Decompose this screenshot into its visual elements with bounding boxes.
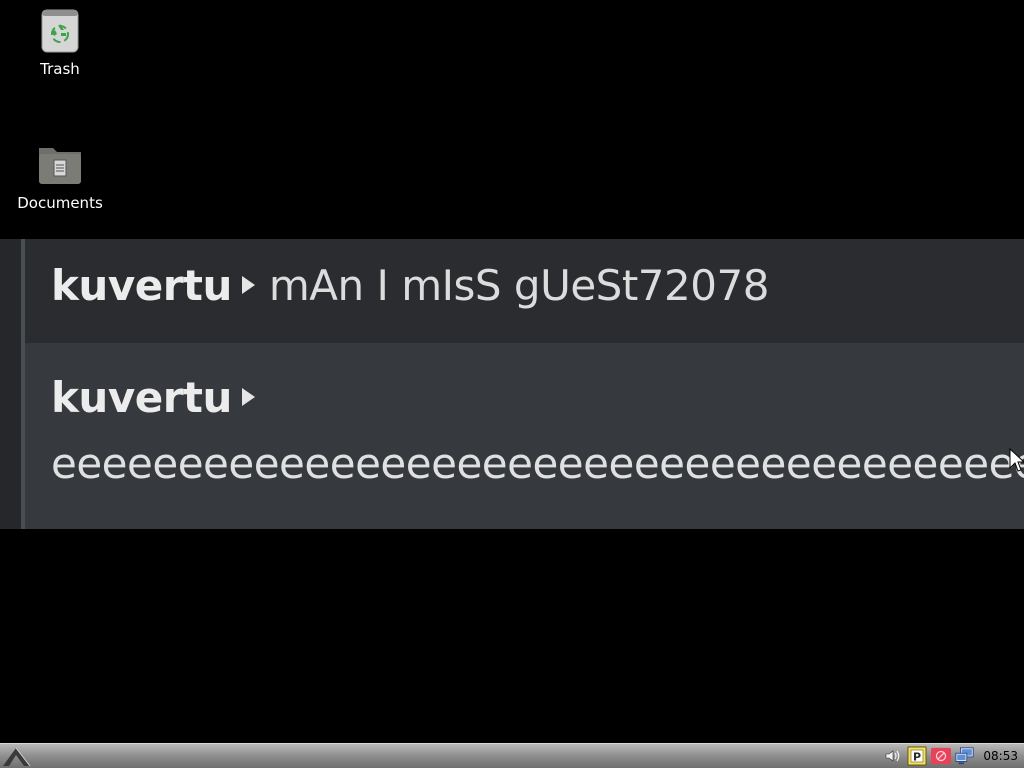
mouse-cursor-icon xyxy=(1009,448,1024,472)
chat-message-header: kuvertu xyxy=(51,373,269,422)
start-menu-button[interactable] xyxy=(0,744,36,768)
system-tray: P 08:53 xyxy=(883,744,1024,768)
taskbar-clock[interactable]: 08:53 xyxy=(979,744,1024,768)
chat-message-text: eeeeeeeeeeeeeeeeeeeeeeeeeeeeeeeeeeeeeeee… xyxy=(51,439,1024,488)
network-icon[interactable] xyxy=(955,746,975,766)
chat-author: kuvertu xyxy=(51,261,232,310)
chat-gutter xyxy=(0,239,22,529)
desktop-icon-documents[interactable]: Documents xyxy=(5,140,115,212)
trash-icon xyxy=(41,9,79,53)
play-arrow-icon xyxy=(241,388,255,406)
chat-image: kuvertu mAn I mIsS gUeSt72078 kuvertu eee… xyxy=(0,239,1024,529)
chat-message: kuvertu mAn I mIsS gUeSt72078 xyxy=(25,239,1024,343)
volume-icon[interactable] xyxy=(883,746,903,766)
svg-text:P: P xyxy=(913,751,921,764)
chat-message-line: kuvertu mAn I mIsS gUeSt72078 xyxy=(51,261,769,310)
p-icon[interactable]: P xyxy=(907,746,927,766)
chat-author: kuvertu xyxy=(51,373,232,422)
start-menu-icon xyxy=(3,747,31,767)
desktop-icon-trash[interactable]: Trash xyxy=(5,6,115,78)
record-icon[interactable] xyxy=(931,746,952,766)
chat-message-text: mAn I mIsS gUeSt72078 xyxy=(268,261,770,310)
play-arrow-icon xyxy=(241,276,255,294)
chat-message-line: eeeeeeeeeeeeeeeeeeeeeeeeeeeeeeeeeeeeeeee… xyxy=(51,439,1024,488)
desktop-icon-label: Trash xyxy=(40,60,80,78)
desktop: Trash Documents kuvertu mAn I mIsS gUeSt7… xyxy=(0,0,1024,768)
chat-message: kuvertu eeeeeeeeeeeeeeeeeeeeeeeeeeeeeeee… xyxy=(25,343,1024,529)
taskbar: P 08:53 xyxy=(0,743,1024,768)
folder-documents-icon xyxy=(39,148,81,184)
desktop-icon-label: Documents xyxy=(17,194,103,212)
